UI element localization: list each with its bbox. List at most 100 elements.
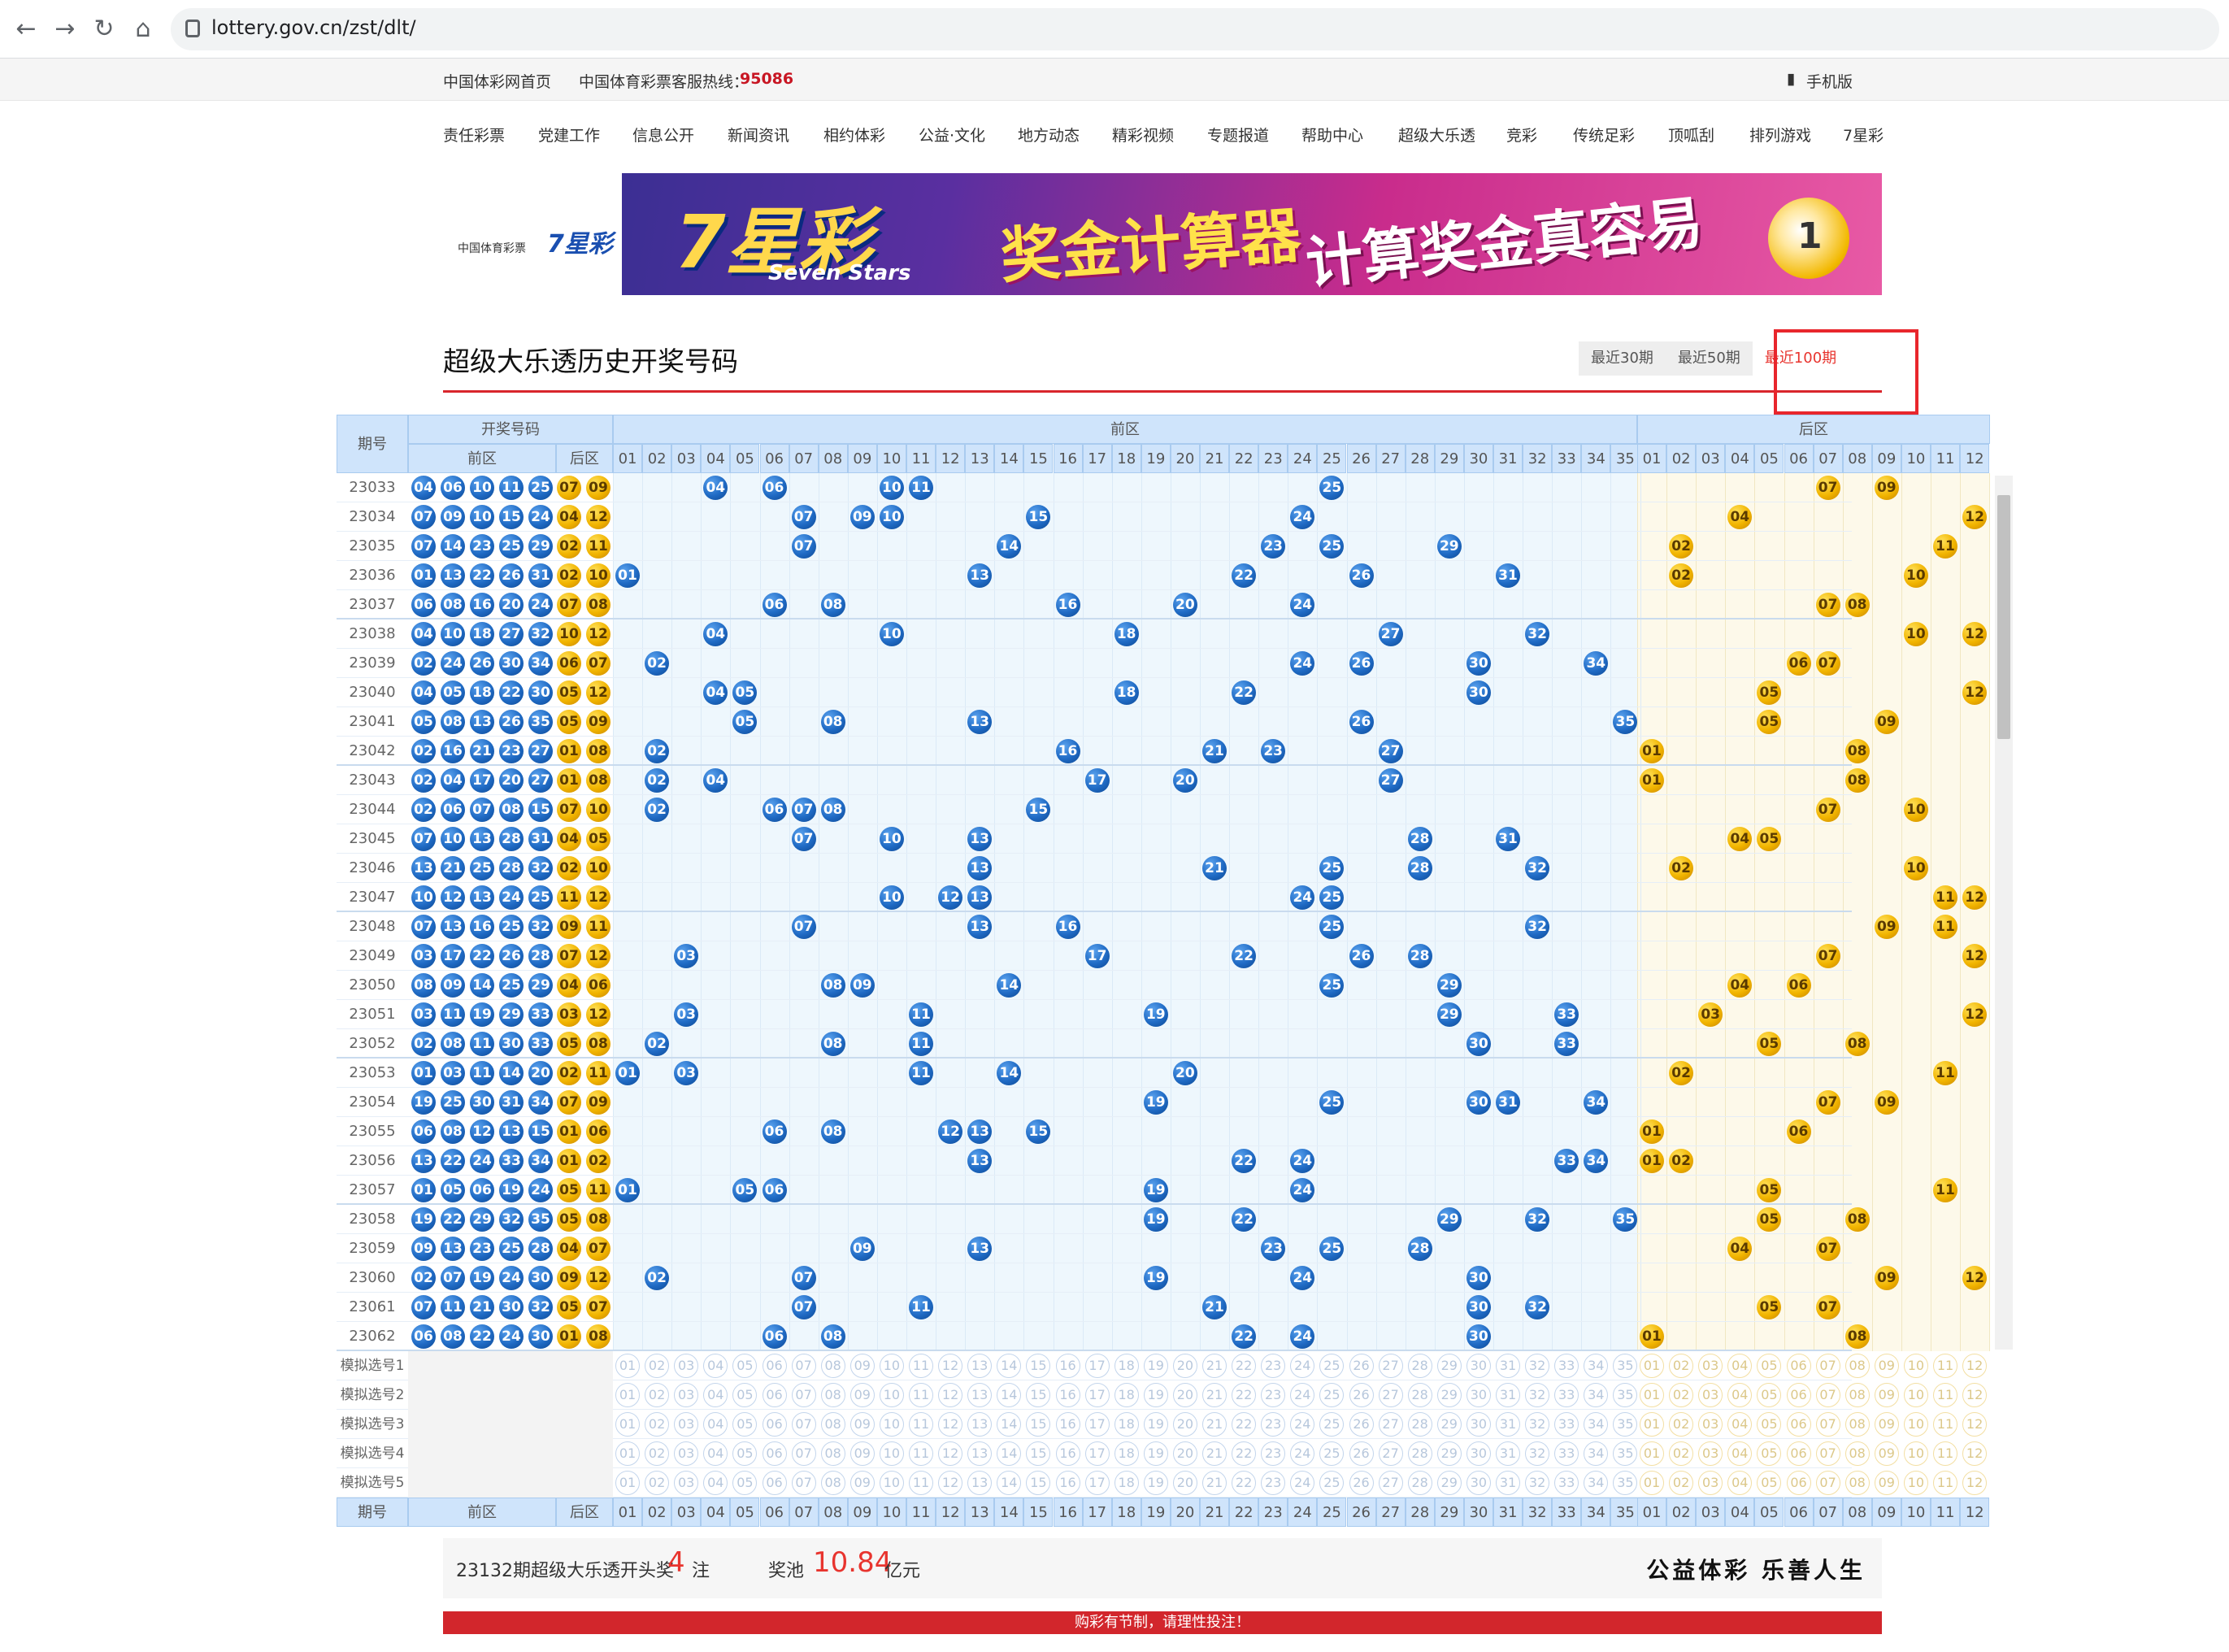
sim-front-option[interactable]: 19 xyxy=(1143,1383,1168,1407)
sim-front-option[interactable]: 01 xyxy=(615,1412,640,1437)
sim-front-option[interactable]: 07 xyxy=(791,1412,816,1437)
sim-front-option[interactable]: 21 xyxy=(1202,1471,1227,1495)
sim-back-option[interactable]: 03 xyxy=(1698,1441,1723,1466)
sim-front-option[interactable]: 02 xyxy=(645,1354,670,1378)
sim-front-option[interactable]: 26 xyxy=(1349,1441,1374,1466)
sim-front-option[interactable]: 01 xyxy=(615,1471,640,1495)
sim-back-option[interactable]: 01 xyxy=(1640,1471,1664,1495)
nav-item[interactable]: 传统足彩 xyxy=(1573,124,1635,146)
sim-front-option[interactable]: 03 xyxy=(674,1354,699,1378)
sim-back-option[interactable]: 10 xyxy=(1903,1383,1928,1407)
sim-front-option[interactable]: 12 xyxy=(938,1441,963,1466)
sim-front-option[interactable]: 20 xyxy=(1172,1412,1197,1437)
sim-front-option[interactable]: 10 xyxy=(879,1383,904,1407)
nav-item[interactable]: 7星彩 xyxy=(1843,124,1884,146)
sim-back-option[interactable]: 01 xyxy=(1640,1354,1664,1378)
sim-front-option[interactable]: 19 xyxy=(1143,1441,1168,1466)
sim-back-option[interactable]: 01 xyxy=(1640,1383,1664,1407)
sim-back-option[interactable]: 07 xyxy=(1815,1412,1840,1437)
sim-front-option[interactable]: 31 xyxy=(1496,1471,1520,1495)
sim-front-option[interactable]: 17 xyxy=(1084,1412,1110,1437)
sim-front-option[interactable]: 30 xyxy=(1466,1412,1491,1437)
sim-front-option[interactable]: 27 xyxy=(1378,1383,1403,1407)
sim-front-option[interactable]: 31 xyxy=(1496,1412,1520,1437)
sim-front-option[interactable]: 28 xyxy=(1407,1471,1432,1495)
sim-front-option[interactable]: 22 xyxy=(1232,1471,1257,1495)
sim-back-option[interactable]: 10 xyxy=(1903,1471,1928,1495)
sim-front-option[interactable]: 18 xyxy=(1114,1412,1139,1437)
sim-front-option[interactable]: 16 xyxy=(1055,1471,1080,1495)
sim-front-option[interactable]: 20 xyxy=(1172,1354,1197,1378)
sim-front-option[interactable]: 23 xyxy=(1261,1383,1286,1407)
sim-back-option[interactable]: 12 xyxy=(1962,1471,1988,1495)
sim-front-option[interactable]: 11 xyxy=(909,1412,933,1437)
sim-front-option[interactable]: 26 xyxy=(1349,1383,1374,1407)
sim-back-option[interactable]: 11 xyxy=(1933,1441,1957,1466)
sim-front-option[interactable]: 21 xyxy=(1202,1383,1227,1407)
sim-front-option[interactable]: 30 xyxy=(1466,1383,1491,1407)
sim-front-option[interactable]: 22 xyxy=(1232,1383,1257,1407)
sim-front-option[interactable]: 20 xyxy=(1172,1383,1197,1407)
sim-back-option[interactable]: 06 xyxy=(1786,1441,1811,1466)
sim-back-option[interactable]: 03 xyxy=(1698,1471,1723,1495)
sim-front-option[interactable]: 21 xyxy=(1202,1354,1227,1378)
sim-front-option[interactable]: 28 xyxy=(1407,1441,1432,1466)
sim-back-option[interactable]: 07 xyxy=(1815,1354,1840,1378)
sim-back-option[interactable]: 12 xyxy=(1962,1354,1988,1378)
sim-front-option[interactable]: 31 xyxy=(1496,1383,1520,1407)
sim-front-option[interactable]: 18 xyxy=(1114,1383,1139,1407)
sim-front-option[interactable]: 07 xyxy=(791,1383,816,1407)
nav-item[interactable]: 新闻资讯 xyxy=(728,124,789,146)
sim-front-option[interactable]: 02 xyxy=(645,1471,670,1495)
sim-front-option[interactable]: 31 xyxy=(1496,1441,1520,1466)
sim-front-option[interactable]: 23 xyxy=(1261,1354,1286,1378)
sim-back-option[interactable]: 07 xyxy=(1815,1471,1840,1495)
sim-front-option[interactable]: 13 xyxy=(967,1354,993,1378)
sim-front-option[interactable]: 11 xyxy=(909,1441,933,1466)
sim-front-option[interactable]: 32 xyxy=(1525,1383,1550,1407)
sim-front-option[interactable]: 02 xyxy=(645,1383,670,1407)
sim-front-option[interactable]: 10 xyxy=(879,1354,904,1378)
sim-front-option[interactable]: 18 xyxy=(1114,1471,1139,1495)
sim-front-option[interactable]: 19 xyxy=(1143,1471,1168,1495)
tab-recent-30[interactable]: 最近30期 xyxy=(1579,341,1666,376)
nav-item[interactable]: 专题报道 xyxy=(1207,124,1269,146)
sim-front-option[interactable]: 11 xyxy=(909,1471,933,1495)
sim-front-option[interactable]: 11 xyxy=(909,1383,933,1407)
sim-front-option[interactable]: 22 xyxy=(1232,1354,1257,1378)
sim-back-option[interactable]: 12 xyxy=(1962,1412,1988,1437)
home-icon[interactable]: ⌂ xyxy=(127,15,159,43)
nav-item[interactable]: 顶呱刮 xyxy=(1668,124,1714,146)
sim-front-option[interactable]: 33 xyxy=(1554,1441,1579,1466)
tab-recent-50[interactable]: 最近50期 xyxy=(1666,341,1753,376)
sim-front-option[interactable]: 08 xyxy=(820,1383,845,1407)
sim-front-option[interactable]: 07 xyxy=(791,1471,816,1495)
sim-front-option[interactable]: 03 xyxy=(674,1412,699,1437)
sim-back-option[interactable]: 07 xyxy=(1815,1441,1840,1466)
nav-item[interactable]: 党建工作 xyxy=(538,124,600,146)
sim-back-option[interactable]: 08 xyxy=(1844,1354,1870,1378)
sim-front-option[interactable]: 07 xyxy=(791,1441,816,1466)
sim-front-option[interactable]: 22 xyxy=(1232,1441,1257,1466)
sim-front-option[interactable]: 22 xyxy=(1232,1412,1257,1437)
nav-item[interactable]: 精彩视频 xyxy=(1112,124,1174,146)
sim-back-option[interactable]: 08 xyxy=(1844,1412,1870,1437)
nav-item[interactable]: 超级大乐透 xyxy=(1398,124,1475,146)
sim-front-option[interactable]: 02 xyxy=(645,1412,670,1437)
sim-front-option[interactable]: 06 xyxy=(762,1471,787,1495)
sim-front-option[interactable]: 17 xyxy=(1084,1471,1110,1495)
sim-front-option[interactable]: 06 xyxy=(762,1412,787,1437)
sim-front-option[interactable]: 09 xyxy=(849,1412,875,1437)
sim-front-option[interactable]: 26 xyxy=(1349,1412,1374,1437)
promo-banner[interactable]: 中国体育彩票 7星彩 7星彩 Seven Stars 奖金计算器 计算奖金真容易… xyxy=(443,173,1882,295)
sim-front-option[interactable]: 09 xyxy=(849,1354,875,1378)
sim-back-option[interactable]: 09 xyxy=(1874,1412,1899,1437)
back-icon[interactable]: ← xyxy=(10,15,42,43)
mobile-link[interactable]: 手机版 xyxy=(1806,70,1853,92)
sim-front-option[interactable]: 20 xyxy=(1172,1471,1197,1495)
sim-back-option[interactable]: 02 xyxy=(1669,1441,1694,1466)
sim-front-option[interactable]: 17 xyxy=(1084,1441,1110,1466)
sim-front-option[interactable]: 16 xyxy=(1055,1354,1080,1378)
sim-back-option[interactable]: 02 xyxy=(1669,1383,1694,1407)
sim-front-option[interactable]: 16 xyxy=(1055,1383,1080,1407)
